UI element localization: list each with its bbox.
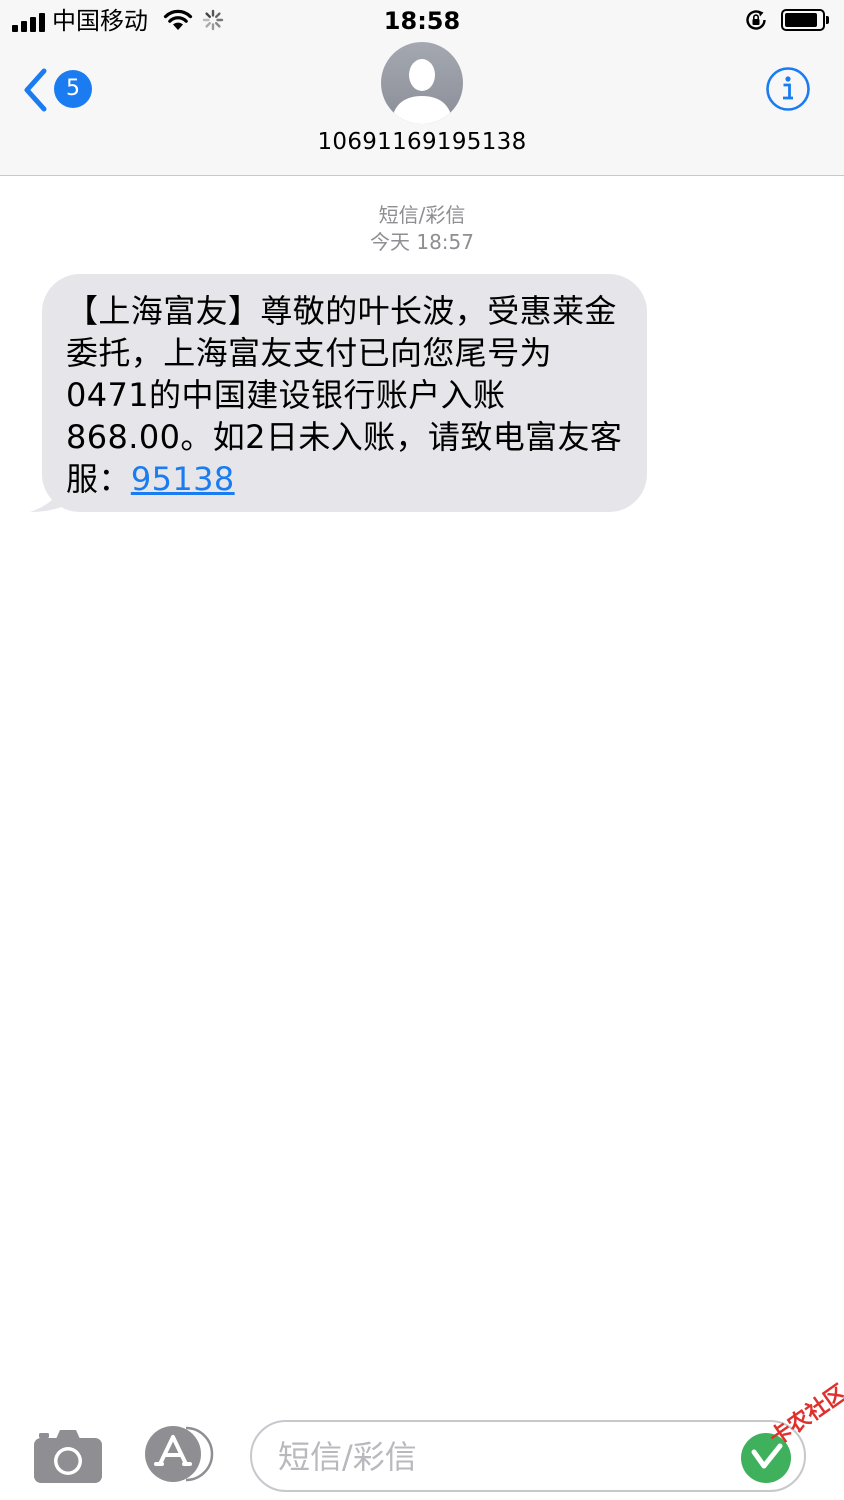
unread-count-badge: 5 — [54, 70, 92, 108]
message-text: 【上海富友】尊敬的叶长波，受惠莱金委托，上海富友支付已向您尾号为0471的中国建… — [66, 290, 625, 500]
site-watermark: 卡农社区 — [740, 1380, 844, 1484]
status-time: 18:58 — [383, 7, 461, 35]
chevron-left-icon — [24, 68, 47, 112]
phone-number-link[interactable]: 95138 — [131, 460, 235, 498]
battery-icon — [781, 9, 829, 31]
orientation-lock-icon — [746, 10, 766, 30]
message-service-label: 短信/彩信 — [378, 203, 466, 227]
message-input-placeholder: 短信/彩信 — [278, 1438, 417, 1476]
camera-icon — [34, 1430, 102, 1483]
person-silhouette-icon — [391, 59, 453, 124]
message-input[interactable]: 短信/彩信 — [250, 1420, 806, 1492]
conversation-header: 5 10691169195138 — [0, 42, 844, 176]
info-icon[interactable] — [765, 66, 811, 112]
contact-avatar[interactable] — [381, 42, 463, 124]
status-bar: 中国移动 18:58 — [0, 0, 844, 42]
contact-name[interactable]: 10691169195138 — [0, 126, 844, 158]
incoming-message[interactable]: 【上海富友】尊敬的叶长波，受惠莱金委托，上海富友支付已向您尾号为0471的中国建… — [26, 274, 650, 514]
camera-button[interactable] — [33, 1428, 103, 1484]
app-store-icon — [145, 1426, 214, 1482]
message-bubble: 【上海富友】尊敬的叶长波，受惠莱金委托，上海富友支付已向您尾号为0471的中国建… — [42, 274, 647, 512]
message-timestamp: 今天 18:57 — [370, 230, 474, 254]
back-button[interactable]: 5 — [18, 66, 98, 114]
app-store-button[interactable] — [142, 1424, 218, 1484]
